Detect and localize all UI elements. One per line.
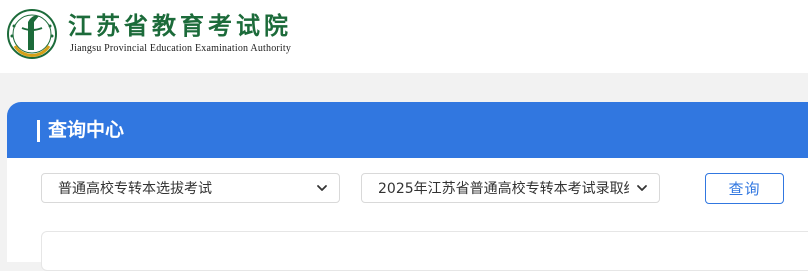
exam-type-value: 普通高校专转本选拔考试 <box>58 181 212 197</box>
exam-authority-logo-icon <box>7 9 57 59</box>
title-accent-bar <box>37 120 40 142</box>
results-area <box>41 231 808 271</box>
query-item-value: 2025年江苏省普通高校专转本考试录取结 <box>378 181 629 197</box>
panel-header: 查询中心 <box>7 102 808 158</box>
exam-type-select[interactable]: 普通高校专转本选拔考试 <box>41 173 340 203</box>
site-title-cn: 江苏省教育考试院 <box>68 11 292 40</box>
chevron-down-icon <box>637 185 647 191</box>
query-button[interactable]: 查询 <box>705 173 784 204</box>
query-item-select[interactable]: 2025年江苏省普通高校专转本考试录取结 <box>361 173 660 203</box>
site-header: 江苏省教育考试院 Jiangsu Provincial Education Ex… <box>0 0 808 73</box>
panel-title: 查询中心 <box>48 119 125 141</box>
site-title-en: Jiangsu Provincial Education Examination… <box>70 43 292 54</box>
chevron-down-icon <box>317 185 327 191</box>
